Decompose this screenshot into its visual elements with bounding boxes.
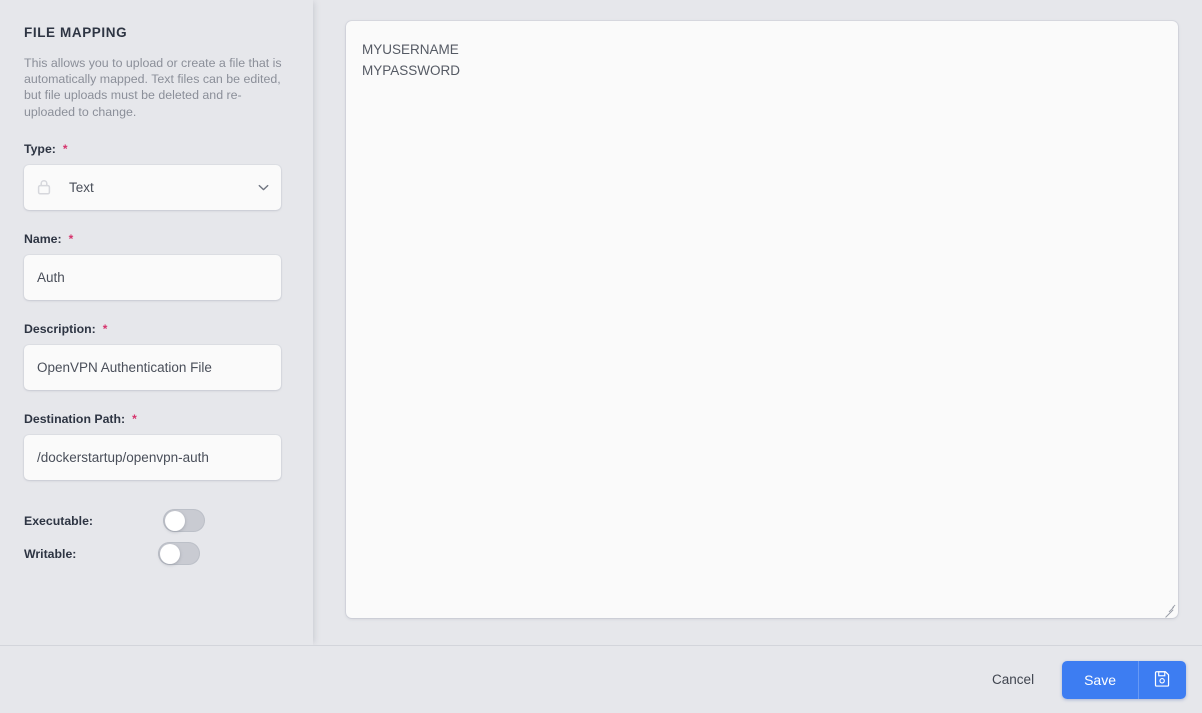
- chevron-down-icon: [256, 180, 271, 195]
- save-split-button: Save: [1062, 660, 1186, 699]
- dialog-body: FILE MAPPING This allows you to upload o…: [0, 0, 1202, 645]
- file-mapping-form-panel: FILE MAPPING This allows you to upload o…: [0, 0, 313, 645]
- cancel-button[interactable]: Cancel: [978, 662, 1048, 697]
- field-type-label-text: Type:: [24, 141, 56, 156]
- field-name: Name: * Auth: [24, 232, 289, 300]
- field-name-label-text: Name:: [24, 231, 62, 246]
- panel-description: This allows you to upload or create a fi…: [24, 56, 282, 119]
- file-mapping-dialog: FILE MAPPING This allows you to upload o…: [0, 0, 1202, 713]
- toggle-row-writable: Writable:: [24, 539, 289, 569]
- writable-toggle-knob: [159, 543, 180, 564]
- field-destination-path-label: Destination Path: *: [24, 412, 289, 426]
- executable-toggle-knob: [164, 510, 185, 531]
- type-select[interactable]: Text: [24, 164, 281, 210]
- name-input-value: Auth: [37, 269, 65, 285]
- type-select-value: Text: [69, 179, 94, 195]
- file-content-text: MYUSERNAME MYPASSWORD: [362, 42, 461, 78]
- destination-path-input[interactable]: /dockerstartup/openvpn-auth: [24, 434, 281, 480]
- name-input[interactable]: Auth: [24, 254, 281, 300]
- required-marker: *: [132, 411, 137, 426]
- writable-toggle[interactable]: [158, 542, 200, 566]
- field-description-label-text: Description:: [24, 321, 96, 336]
- file-content-textarea[interactable]: MYUSERNAME MYPASSWORD: [346, 21, 1178, 618]
- field-name-label: Name: *: [24, 232, 289, 246]
- required-marker: *: [102, 321, 108, 336]
- page-title: FILE MAPPING: [24, 25, 128, 40]
- required-marker: *: [62, 141, 68, 156]
- lock-icon: [37, 179, 51, 195]
- resize-grip-icon[interactable]: [1162, 602, 1175, 618]
- description-input[interactable]: OpenVPN Authentication File: [24, 344, 281, 390]
- save-button[interactable]: Save: [1062, 660, 1138, 699]
- field-destination-path: Destination Path: * /dockerstartup/openv…: [24, 412, 289, 480]
- required-marker: *: [68, 231, 74, 246]
- field-type-label: Type: *: [24, 142, 289, 156]
- save-icon-button[interactable]: [1138, 660, 1186, 699]
- dialog-footer: Cancel Save: [0, 645, 1202, 713]
- executable-toggle[interactable]: [163, 509, 205, 533]
- field-type: Type: * Text: [24, 142, 289, 210]
- toggle-row-executable: Executable:: [24, 506, 289, 536]
- floppy-disk-icon: [1154, 670, 1171, 690]
- executable-label: Executable:: [24, 513, 94, 528]
- field-description: Description: * OpenVPN Authentication Fi…: [24, 322, 289, 390]
- field-description-label: Description: *: [24, 322, 289, 336]
- description-input-value: OpenVPN Authentication File: [37, 359, 212, 375]
- writable-label: Writable:: [24, 546, 77, 561]
- file-content-panel: MYUSERNAME MYPASSWORD: [313, 0, 1202, 645]
- field-destination-path-label-text: Destination Path:: [24, 411, 126, 426]
- destination-path-input-value: /dockerstartup/openvpn-auth: [37, 449, 209, 465]
